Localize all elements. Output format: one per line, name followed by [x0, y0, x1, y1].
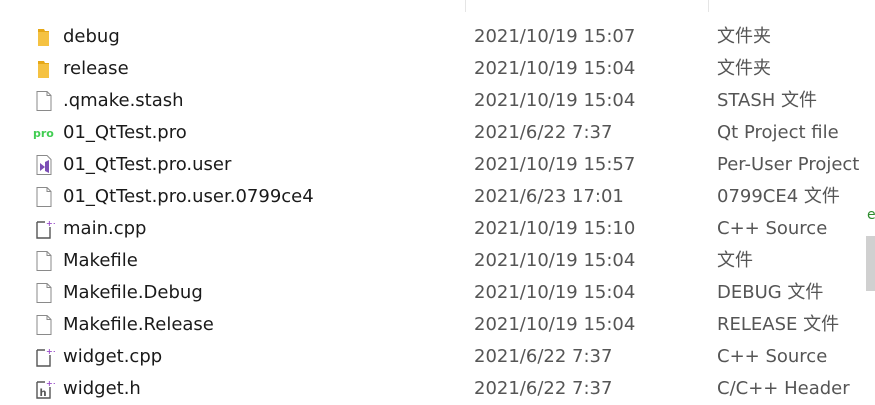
- header-separator-date[interactable]: [708, 0, 709, 12]
- visual-studio-file-icon: [33, 154, 55, 176]
- file-date-modified: 2021/6/23 17:01: [474, 186, 624, 207]
- side-panel-glyph: e: [867, 207, 875, 223]
- svg-text:h: h: [40, 388, 47, 399]
- file-icon: [33, 186, 55, 208]
- file-row[interactable]: Makefile.Release 2021/10/19 15:04 RELEASE …: [0, 309, 866, 341]
- file-date-modified: 2021/6/22 7:37: [474, 378, 613, 399]
- file-name: .qmake.stash: [63, 90, 184, 111]
- file-date-modified: 2021/10/19 15:10: [474, 218, 636, 239]
- file-type: Qt Project file: [717, 122, 839, 143]
- svg-text:++: ++: [46, 379, 55, 388]
- column-header: [0, 0, 875, 12]
- file-name: 01_QtTest.pro: [63, 122, 187, 143]
- file-type: Per-User Project Cs: [717, 154, 866, 175]
- file-type: RELEASE 文件: [717, 314, 840, 335]
- cpp-source-icon: ++: [33, 346, 59, 368]
- svg-text:++: ++: [46, 347, 55, 356]
- file-row[interactable]: pro 01_QtTest.pro 2021/6/22 7:37 Qt Project…: [0, 117, 866, 149]
- file-row[interactable]: 01_QtTest.pro.user.0799ce4 2021/6/23 17:0…: [0, 181, 866, 213]
- file-type: C++ Source: [717, 218, 828, 239]
- file-type: C/C++ Header: [717, 378, 850, 399]
- file-type: 文件夹: [717, 26, 771, 47]
- file-type: STASH 文件: [717, 90, 818, 111]
- file-type: 0799CE4 文件: [717, 186, 840, 207]
- file-date-modified: 2021/10/19 15:04: [474, 58, 636, 79]
- file-name: widget.cpp: [63, 346, 163, 367]
- file-name: widget.h: [63, 378, 141, 399]
- file-name: Makefile.Release: [63, 314, 214, 335]
- file-name: release: [63, 58, 129, 79]
- file-name: Makefile.Debug: [63, 282, 203, 303]
- svg-text:pro: pro: [33, 127, 54, 140]
- file-date-modified: 2021/10/19 15:07: [474, 26, 636, 47]
- file-icon: [33, 314, 55, 336]
- file-icon: [33, 282, 55, 304]
- cpp-source-icon: ++: [33, 218, 59, 240]
- file-name: 01_QtTest.pro.user.0799ce4: [63, 186, 314, 207]
- file-date-modified: 2021/10/19 15:04: [474, 282, 636, 303]
- file-type: DEBUG 文件: [717, 282, 824, 303]
- file-row[interactable]: Makefile.Debug 2021/10/19 15:04 DEBUG 文件: [0, 277, 866, 309]
- file-date-modified: 2021/6/22 7:37: [474, 122, 613, 143]
- file-row[interactable]: h++widget.h2021/6/22 7:37C/C++ Header: [0, 373, 866, 405]
- file-name: 01_QtTest.pro.user: [63, 154, 232, 175]
- file-name: debug: [63, 26, 120, 47]
- file-icon: [33, 250, 55, 272]
- file-type: 文件夹: [717, 58, 771, 79]
- file-name: Makefile: [63, 250, 138, 271]
- folder-icon: [33, 26, 55, 48]
- qt-pro-icon: pro: [33, 122, 55, 144]
- file-icon: [33, 90, 55, 112]
- file-type: C++ Source: [717, 346, 828, 367]
- file-date-modified: 2021/10/19 15:04: [474, 250, 636, 271]
- scrollbar-thumb[interactable]: [866, 236, 875, 291]
- file-date-modified: 2021/10/19 15:04: [474, 314, 636, 335]
- file-type: 文件: [717, 250, 753, 271]
- file-row[interactable]: ++ main.cpp 2021/10/19 15:10 C++ Source: [0, 213, 866, 245]
- file-row[interactable]: .qmake.stash 2021/10/19 15:04 STASH 文件: [0, 85, 866, 117]
- file-date-modified: 2021/6/22 7:37: [474, 346, 613, 367]
- file-row[interactable]: 01_QtTest.pro.user 2021/10/19 15:57 Per-Us…: [0, 149, 866, 181]
- file-row[interactable]: release 2021/10/19 15:04 文件夹: [0, 53, 866, 85]
- folder-icon: [33, 58, 55, 80]
- svg-text:++: ++: [46, 219, 55, 228]
- header-file-icon: h++: [33, 378, 59, 400]
- file-name: main.cpp: [63, 218, 147, 239]
- file-row[interactable]: debug 2021/10/19 15:07 文件夹: [0, 21, 866, 53]
- file-row[interactable]: ++ widget.cpp 2021/6/22 7:37 C++ Source: [0, 341, 866, 373]
- file-row[interactable]: Makefile 2021/10/19 15:04 文件: [0, 245, 866, 277]
- scrollbar-track[interactable]: [866, 0, 875, 403]
- header-separator-name[interactable]: [465, 0, 466, 12]
- file-date-modified: 2021/10/19 15:57: [474, 154, 636, 175]
- file-date-modified: 2021/10/19 15:04: [474, 90, 636, 111]
